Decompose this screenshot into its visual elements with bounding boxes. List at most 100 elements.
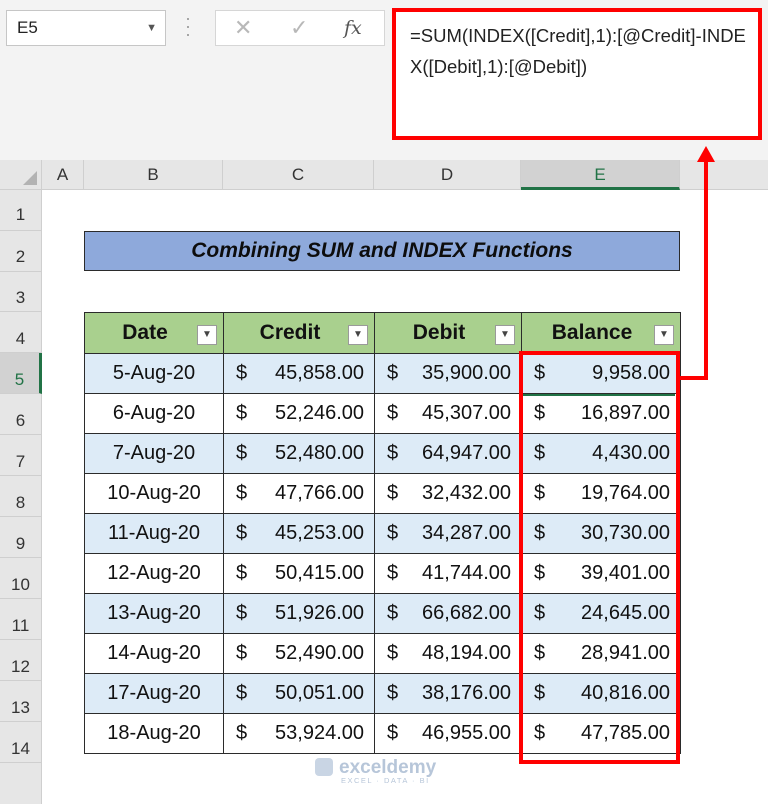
more-options-icon[interactable]: · · ·	[183, 9, 193, 43]
debit-cell[interactable]: $64,947.00	[374, 433, 522, 474]
filter-dropdown-icon[interactable]: ▼	[197, 325, 217, 345]
header-balance[interactable]: Balance ▼	[521, 312, 681, 354]
date-cell[interactable]: 13-Aug-20	[84, 593, 224, 634]
balance-cell[interactable]: $39,401.00	[521, 553, 681, 594]
credit-cell[interactable]: $53,924.00	[223, 713, 375, 754]
currency-symbol: $	[534, 442, 546, 464]
credit-cell[interactable]: $51,926.00	[223, 593, 375, 634]
credit-value: 53,924.00	[275, 722, 364, 744]
debit-value: 32,432.00	[422, 482, 511, 504]
currency-symbol: $	[387, 642, 399, 664]
column-header-c[interactable]: C	[223, 160, 374, 190]
credit-cell[interactable]: $45,858.00	[223, 353, 375, 394]
currency-symbol: $	[534, 562, 546, 584]
credit-cell[interactable]: $50,051.00	[223, 673, 375, 714]
balance-cell[interactable]: $4,430.00	[521, 433, 681, 474]
table-row: 18-Aug-20 $53,924.00 $46,955.00 $47,785.00	[84, 713, 681, 754]
debit-value: 46,955.00	[422, 722, 511, 744]
table-row: 5-Aug-20 $45,858.00 $35,900.00 $9,958.00	[84, 353, 681, 394]
currency-symbol: $	[236, 682, 248, 704]
date-cell[interactable]: 12-Aug-20	[84, 553, 224, 594]
cancel-icon[interactable]: ✕	[234, 15, 252, 41]
name-box[interactable]: E5 ▼	[6, 10, 166, 46]
row-header-11[interactable]: 11	[0, 599, 42, 640]
credit-cell[interactable]: $52,480.00	[223, 433, 375, 474]
formula-input[interactable]: =SUM(INDEX([Credit],1):[@Credit]-INDEX([…	[392, 8, 762, 140]
row-header-3[interactable]: 3	[0, 272, 42, 312]
date-cell[interactable]: 11-Aug-20	[84, 513, 224, 554]
column-header-a[interactable]: A	[42, 160, 84, 190]
row-header-2[interactable]: 2	[0, 231, 42, 272]
row-header-1[interactable]: 1	[0, 190, 42, 231]
header-credit[interactable]: Credit ▼	[223, 312, 375, 354]
credit-value: 51,926.00	[275, 602, 364, 624]
balance-cell[interactable]: $28,941.00	[521, 633, 681, 674]
insert-function-icon[interactable]: fx	[344, 17, 362, 39]
active-cell-indicator	[523, 394, 675, 396]
credit-cell[interactable]: $47,766.00	[223, 473, 375, 514]
debit-cell[interactable]: $35,900.00	[374, 353, 522, 394]
row-header-14[interactable]: 14	[0, 722, 42, 763]
balance-cell[interactable]: $47,785.00	[521, 713, 681, 754]
filter-dropdown-icon[interactable]: ▼	[495, 325, 515, 345]
name-box-value: E5	[17, 18, 38, 37]
chevron-down-icon[interactable]: ▼	[146, 11, 157, 45]
currency-symbol: $	[534, 642, 546, 664]
credit-cell[interactable]: $52,246.00	[223, 393, 375, 434]
column-header-b[interactable]: B	[84, 160, 223, 190]
row-header-4[interactable]: 4	[0, 312, 42, 353]
credit-cell[interactable]: $52,490.00	[223, 633, 375, 674]
row-header-7[interactable]: 7	[0, 435, 42, 476]
debit-cell[interactable]: $32,432.00	[374, 473, 522, 514]
date-cell[interactable]: 14-Aug-20	[84, 633, 224, 674]
debit-value: 38,176.00	[422, 682, 511, 704]
balance-cell[interactable]: $9,958.00	[521, 353, 681, 394]
filter-dropdown-icon[interactable]: ▼	[348, 325, 368, 345]
balance-cell[interactable]: $40,816.00	[521, 673, 681, 714]
debit-cell[interactable]: $45,307.00	[374, 393, 522, 434]
date-cell[interactable]: 18-Aug-20	[84, 713, 224, 754]
balance-cell[interactable]: $24,645.00	[521, 593, 681, 634]
watermark-brand: exceldemy	[339, 757, 437, 778]
header-debit[interactable]: Debit ▼	[374, 312, 522, 354]
date-cell[interactable]: 6-Aug-20	[84, 393, 224, 434]
row-header-12[interactable]: 12	[0, 640, 42, 681]
date-cell[interactable]: 10-Aug-20	[84, 473, 224, 514]
debit-cell[interactable]: $66,682.00	[374, 593, 522, 634]
table-body: 5-Aug-20 $45,858.00 $35,900.00 $9,958.00 6-A…	[84, 353, 681, 754]
currency-symbol: $	[534, 602, 546, 624]
debit-cell[interactable]: $41,744.00	[374, 553, 522, 594]
enter-icon[interactable]: ✓	[290, 15, 308, 41]
column-header-d[interactable]: D	[374, 160, 521, 190]
currency-symbol: $	[387, 482, 399, 504]
date-cell[interactable]: 7-Aug-20	[84, 433, 224, 474]
currency-symbol: $	[387, 442, 399, 464]
table-row: 11-Aug-20 $45,253.00 $34,287.00 $30,730.00	[84, 513, 681, 554]
date-cell[interactable]: 17-Aug-20	[84, 673, 224, 714]
balance-cell[interactable]: $19,764.00	[521, 473, 681, 514]
currency-symbol: $	[534, 722, 546, 744]
column-header-e[interactable]: E	[521, 160, 680, 190]
debit-cell[interactable]: $48,194.00	[374, 633, 522, 674]
filter-dropdown-icon[interactable]: ▼	[654, 325, 674, 345]
debit-cell[interactable]: $46,955.00	[374, 713, 522, 754]
balance-cell[interactable]: $16,897.00	[521, 393, 681, 434]
row-header-5[interactable]: 5	[0, 353, 42, 394]
date-cell[interactable]: 5-Aug-20	[84, 353, 224, 394]
credit-value: 45,253.00	[275, 522, 364, 544]
balance-cell[interactable]: $30,730.00	[521, 513, 681, 554]
row-header-6[interactable]: 6	[0, 394, 42, 435]
row-header-8[interactable]: 8	[0, 476, 42, 517]
row-header-9[interactable]: 9	[0, 517, 42, 558]
column-header-blank	[680, 160, 768, 190]
header-date[interactable]: Date ▼	[84, 312, 224, 354]
debit-cell[interactable]: $38,176.00	[374, 673, 522, 714]
row-header-13[interactable]: 13	[0, 681, 42, 722]
row-header-10[interactable]: 10	[0, 558, 42, 599]
currency-symbol: $	[236, 522, 248, 544]
select-all-corner[interactable]	[0, 160, 42, 190]
credit-cell[interactable]: $50,415.00	[223, 553, 375, 594]
balance-value: 24,645.00	[581, 602, 670, 624]
debit-cell[interactable]: $34,287.00	[374, 513, 522, 554]
credit-cell[interactable]: $45,253.00	[223, 513, 375, 554]
